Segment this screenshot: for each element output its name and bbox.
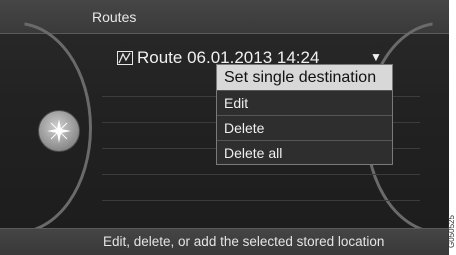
page-title: Routes <box>92 9 137 25</box>
screen: Routes Route 06.01.2013 14:24 ▼ Set sing… <box>0 0 449 255</box>
navigation-knob[interactable] <box>38 110 80 152</box>
menu-item-delete[interactable]: Delete <box>217 116 392 141</box>
menu-item-edit[interactable]: Edit <box>217 91 392 116</box>
list-divider <box>102 200 420 201</box>
header-bar: Routes <box>0 0 449 34</box>
menu-item-set-single-destination[interactable]: Set single destination <box>217 65 392 91</box>
route-flag-icon <box>117 51 133 65</box>
compass-rose-icon <box>47 119 71 143</box>
menu-item-delete-all[interactable]: Delete all <box>217 141 392 166</box>
help-text: Edit, delete, or add the selected stored… <box>103 234 385 249</box>
context-menu: Set single destination Edit Delete Delet… <box>216 64 393 165</box>
triangle-down-icon[interactable]: ▼ <box>370 50 382 64</box>
image-code: G050525 <box>447 215 456 248</box>
list-divider <box>102 174 420 175</box>
footer-bar: Edit, delete, or add the selected stored… <box>0 228 449 255</box>
